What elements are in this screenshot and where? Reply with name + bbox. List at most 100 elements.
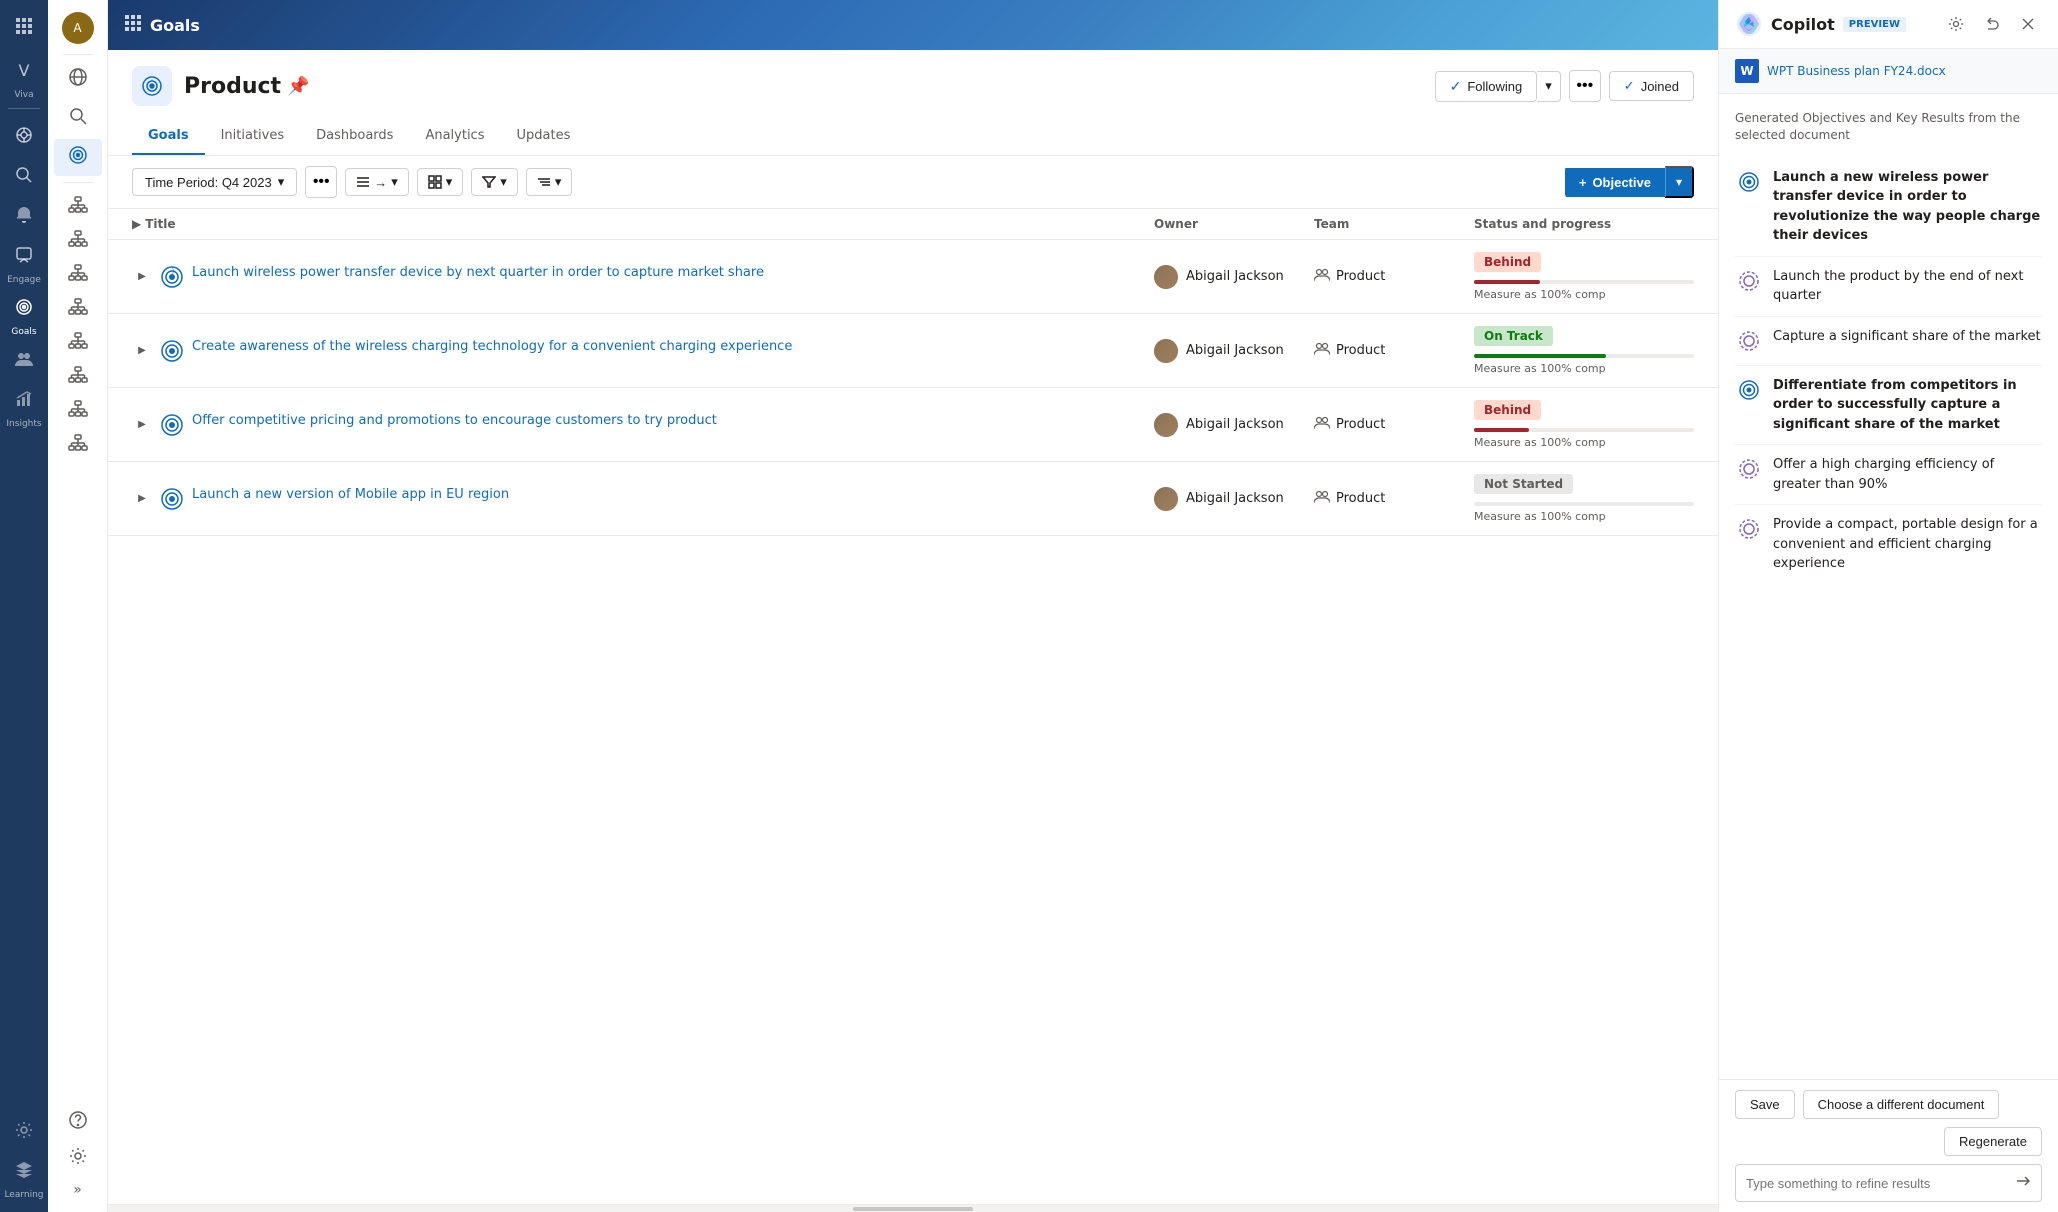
time-period-button[interactable]: Time Period: Q4 2023 ▾ xyxy=(132,168,297,196)
top-banner: Goals xyxy=(108,0,1718,50)
tab-initiatives[interactable]: Initiatives xyxy=(205,118,301,155)
tab-analytics[interactable]: Analytics xyxy=(409,118,500,155)
view-list-button[interactable]: → ▾ xyxy=(345,168,409,196)
row-expand-btn[interactable]: ▶ xyxy=(132,488,152,508)
following-check-icon: ✓ xyxy=(1450,78,1462,95)
copilot-input[interactable] xyxy=(1746,1176,2007,1191)
sidebar-item-help[interactable] xyxy=(54,1104,102,1136)
result-text: Launch the product by the end of next qu… xyxy=(1773,267,2042,306)
goal-title[interactable]: Launch wireless power transfer device by… xyxy=(192,264,764,282)
sidebar-item-expand[interactable]: » xyxy=(54,1176,102,1204)
sidebar-item-org4[interactable] xyxy=(54,291,102,323)
sidebar-divider-2 xyxy=(62,182,94,183)
following-caret-button[interactable]: ▾ xyxy=(1537,71,1561,102)
tab-goals[interactable]: Goals xyxy=(132,118,205,155)
toolbar-more-button[interactable]: ••• xyxy=(305,166,337,198)
row-expand-btn[interactable]: ▶ xyxy=(132,414,152,434)
globe-icon xyxy=(68,67,88,92)
status-badge: Behind xyxy=(1474,400,1541,420)
owner-avatar xyxy=(1154,413,1178,437)
goal-title[interactable]: Create awareness of the wireless chargin… xyxy=(192,338,792,356)
settings-nav-icon[interactable] xyxy=(6,1112,42,1148)
app-title: Goals xyxy=(150,16,200,35)
learning-nav-icon[interactable] xyxy=(6,1152,42,1188)
insights-nav-icon[interactable] xyxy=(6,381,42,417)
sidebar-item-org5[interactable] xyxy=(54,325,102,357)
waffle-menu-icon[interactable] xyxy=(6,8,42,44)
doc-name-link[interactable]: WPT Business plan FY24.docx xyxy=(1767,64,1946,78)
progress-bar xyxy=(1474,354,1606,358)
choose-doc-button[interactable]: Choose a different document xyxy=(1803,1090,2000,1119)
result-kr-icon xyxy=(1735,267,1763,295)
time-period-label: Time Period: Q4 2023 xyxy=(145,175,272,190)
copilot-close-button[interactable] xyxy=(2014,10,2042,38)
result-item: Differentiate from competitors in order … xyxy=(1735,366,2042,446)
view-group-button[interactable]: ▾ xyxy=(526,168,573,196)
col-title: ▶ Title xyxy=(132,217,1154,231)
table-row: ▶ Offer competitive pricing and promotio… xyxy=(108,388,1718,462)
goals-active-icon[interactable] xyxy=(6,289,42,325)
save-button[interactable]: Save xyxy=(1735,1090,1795,1119)
sidebar-item-org1[interactable] xyxy=(54,189,102,221)
regenerate-button[interactable]: Regenerate xyxy=(1944,1127,2042,1156)
team-name: Product xyxy=(1336,343,1385,358)
user-avatar[interactable]: A xyxy=(62,12,94,44)
view-grid-button[interactable]: ▾ xyxy=(417,168,464,196)
viva-icon[interactable]: V xyxy=(6,52,42,88)
view-filter-button[interactable]: ▾ xyxy=(471,168,518,196)
scrollbar-thumb[interactable] xyxy=(853,1207,973,1211)
sidebar-item-settings[interactable] xyxy=(54,1140,102,1172)
sidebar-item-org6[interactable] xyxy=(54,359,102,391)
connections-icon[interactable] xyxy=(6,117,42,153)
apps-icon xyxy=(124,14,142,36)
expand-icon: » xyxy=(73,1182,82,1198)
sidebar-item-org7[interactable] xyxy=(54,393,102,425)
joined-button[interactable]: ✓ Joined xyxy=(1609,71,1694,101)
more-options-button[interactable]: ••• xyxy=(1569,70,1601,102)
owner-avatar xyxy=(1154,339,1178,363)
sidebar-item-goals[interactable] xyxy=(54,139,102,176)
tab-updates[interactable]: Updates xyxy=(500,118,586,155)
copilot-name: Copilot xyxy=(1771,15,1835,34)
main-area: Goals Product 📌 xyxy=(108,0,1718,1212)
owner-avatar xyxy=(1154,265,1178,289)
owner-cell: Abigail Jackson xyxy=(1154,339,1314,363)
add-objective-button[interactable]: + Objective xyxy=(1565,168,1665,197)
horizontal-scrollbar[interactable] xyxy=(108,1204,1718,1212)
sidebar-item-search[interactable] xyxy=(54,100,102,137)
table-row: ▶ Launch a new version of Mobile app in … xyxy=(108,462,1718,536)
goal-title[interactable]: Launch a new version of Mobile app in EU… xyxy=(192,486,509,504)
send-button[interactable] xyxy=(2015,1173,2031,1193)
copilot-actions: Save Choose a different document xyxy=(1735,1090,2042,1119)
sidebar-item-org2[interactable] xyxy=(54,223,102,255)
sidebar-item-globe[interactable] xyxy=(54,61,102,98)
team-cell: Product xyxy=(1314,415,1474,435)
learning-label: Learning xyxy=(4,1190,43,1200)
row-expand-btn[interactable]: ▶ xyxy=(132,266,152,286)
progress-bar-container xyxy=(1474,280,1694,284)
goal-icon xyxy=(160,413,184,437)
copilot-back-button[interactable] xyxy=(1978,10,2006,38)
owner-cell: Abigail Jackson xyxy=(1154,265,1314,289)
people-group-icon[interactable] xyxy=(6,341,42,377)
tab-dashboards[interactable]: Dashboards xyxy=(300,118,409,155)
search-icon[interactable] xyxy=(6,157,42,193)
list-view-icon xyxy=(356,175,370,189)
sidebar-item-org3[interactable] xyxy=(54,257,102,289)
measure-text: Measure as 100% comp xyxy=(1474,362,1694,375)
sidebar-item-org8[interactable] xyxy=(54,427,102,459)
progress-bar xyxy=(1474,280,1540,284)
page-title-group: Product 📌 xyxy=(184,74,309,99)
objective-dropdown-button[interactable]: ▾ xyxy=(1665,166,1694,198)
following-button[interactable]: ✓ Following xyxy=(1435,71,1538,102)
copilot-panel: Copilot PREVIEW xyxy=(1718,0,2058,1212)
result-text: Capture a significant share of the marke… xyxy=(1773,327,2041,347)
copilot-settings-button[interactable] xyxy=(1942,10,1970,38)
bell-icon[interactable] xyxy=(6,197,42,233)
search-sidebar-icon xyxy=(68,106,88,131)
goal-title[interactable]: Offer competitive pricing and promotions… xyxy=(192,412,717,430)
expand-all-icon[interactable]: ▶ xyxy=(132,217,141,231)
engage-icon[interactable] xyxy=(6,237,42,273)
row-title-area: ▶ Launch a new version of Mobile app in … xyxy=(132,486,1154,511)
row-expand-btn[interactable]: ▶ xyxy=(132,340,152,360)
